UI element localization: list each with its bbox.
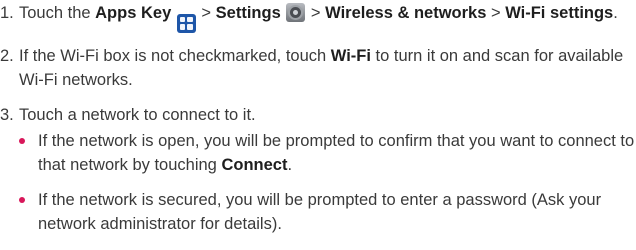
apps-key-label: Apps Key (95, 4, 172, 22)
step-1: 1. Touch the Apps Key > Settings > Wirel… (0, 1, 636, 33)
separator: > (196, 4, 216, 22)
settings-label: Settings (215, 4, 281, 22)
connect-label: Connect (221, 155, 288, 174)
step-number: 3. (0, 105, 14, 124)
bullet-dot (19, 196, 25, 203)
step-text: Touch the (19, 4, 96, 22)
step-number: 2. (0, 46, 14, 65)
period: . (613, 4, 618, 22)
apps-key-icon (176, 13, 196, 33)
bullet-text: If the network is open, you will be prom… (38, 131, 635, 174)
instructions: 1. Touch the Apps Key > Settings > Wirel… (0, 1, 636, 247)
wifi-label: Wi-Fi (330, 46, 371, 65)
step-text: If the Wi-Fi box is not checkmarked, tou… (19, 46, 331, 65)
bullet-secured-network: If the network is secured, you will be p… (0, 188, 636, 236)
separator: > (306, 4, 326, 22)
step-3: 3. Touch a network to connect to it. (0, 103, 636, 127)
step-number: 1. (0, 4, 14, 22)
bullet-dot (19, 137, 25, 144)
wireless-networks-label: Wireless & networks (325, 4, 487, 22)
bullet-open-network: If the network is open, you will be prom… (0, 129, 636, 177)
separator: > (486, 4, 506, 22)
settings-gear-icon (286, 3, 306, 22)
step-2: 2. If the Wi-Fi box is not checkmarked, … (0, 44, 636, 92)
period: . (287, 155, 293, 174)
step-text: Touch a network to connect to it. (19, 105, 256, 124)
wifi-settings-label: Wi-Fi settings (505, 4, 614, 22)
bullet-text: If the network is secured, you will be p… (38, 190, 602, 233)
